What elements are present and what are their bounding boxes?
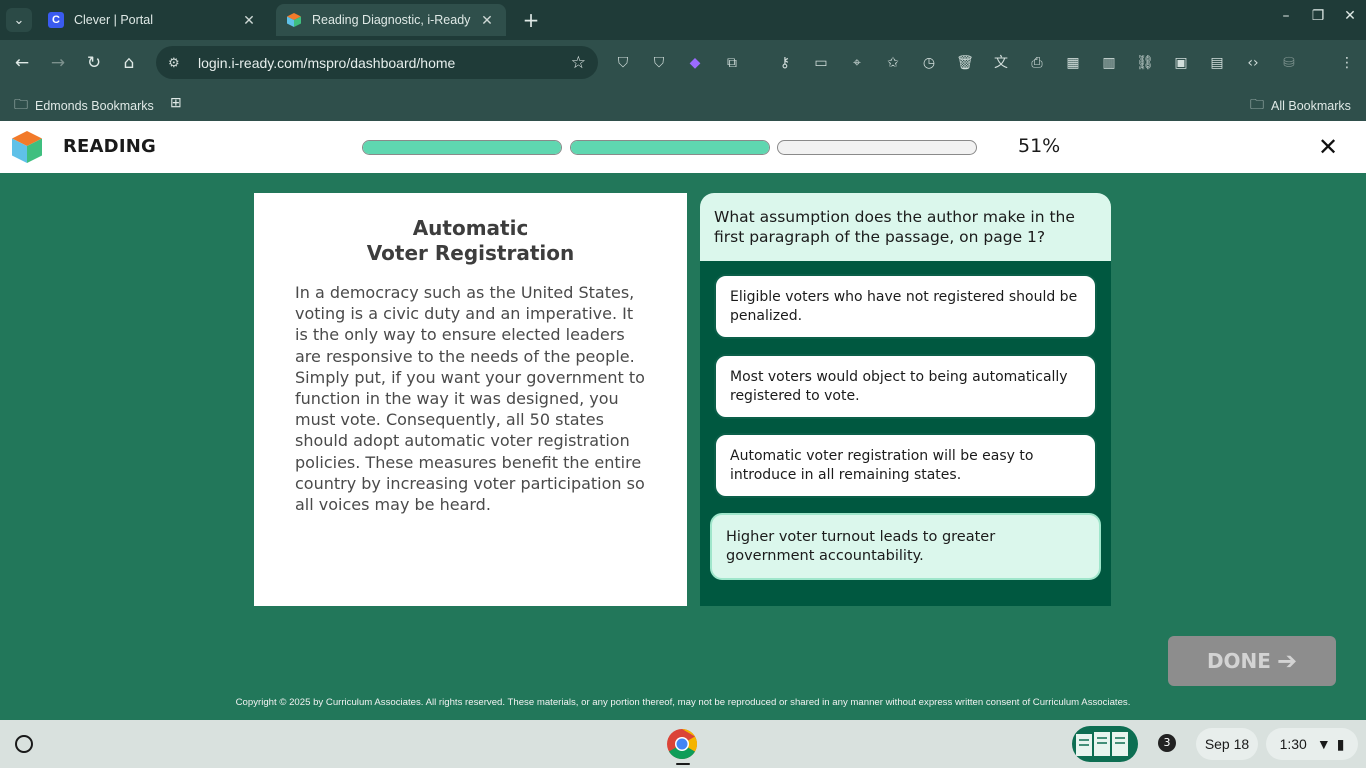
running-indicator	[676, 763, 690, 765]
close-tab-icon[interactable]: ✕	[478, 12, 496, 29]
iready-logo-icon	[12, 131, 42, 163]
question-panel: What assumption does the author make in …	[700, 193, 1111, 606]
history-icon[interactable]: ◷	[918, 52, 940, 74]
app-header: READING 51% ✕	[0, 121, 1366, 173]
clever-favicon-icon: C	[48, 12, 64, 28]
home-icon[interactable]: ⌂	[117, 51, 141, 75]
bookmark-label: All Bookmarks	[1271, 99, 1351, 113]
address-bar[interactable]: ⚙ login.i-ready.com/mspro/dashboard/home…	[156, 46, 598, 79]
cast-devices-icon[interactable]: ▣	[1170, 52, 1192, 74]
bookmark-label: Edmonds Bookmarks	[35, 99, 154, 113]
apps-grid-icon[interactable]: ⊞	[170, 94, 189, 111]
tab-title: Reading Diagnostic, i-Ready	[312, 13, 471, 27]
iready-favicon-icon	[286, 12, 302, 28]
answer-choice-a[interactable]: Eligible voters who have not registered …	[714, 274, 1097, 339]
reload-icon[interactable]: ↻	[82, 51, 106, 75]
print-icon[interactable]: ⎙	[1026, 52, 1048, 74]
site-info-icon[interactable]: ⚙	[168, 55, 188, 71]
status-tray[interactable]: 1:30 ▼ ▮	[1266, 728, 1358, 760]
battery-icon: ▮	[1336, 735, 1345, 752]
date-text: Sep 18	[1204, 736, 1250, 752]
tab-title: Clever | Portal	[74, 13, 153, 27]
done-label: DONE	[1206, 649, 1271, 673]
passage-body: In a democracy such as the United States…	[295, 283, 645, 515]
extensions-puzzle-icon[interactable]: ⧉	[721, 52, 743, 74]
back-arrow-icon[interactable]: ←	[10, 51, 34, 75]
bookmark-folder-edmonds[interactable]: 🗀 Edmonds Bookmarks	[14, 94, 154, 118]
window-preview-thumbnail-icon[interactable]	[1072, 726, 1138, 762]
answer-choice-b[interactable]: Most voters would object to being automa…	[714, 354, 1097, 419]
notification-count-badge[interactable]: 3	[1158, 734, 1176, 752]
tab-search-chevron-icon[interactable]: ⌄	[6, 8, 32, 32]
close-tab-icon[interactable]: ✕	[240, 12, 258, 29]
browser-toolbar: ← → ↻ ⌂ ⚙ login.i-ready.com/mspro/dashbo…	[0, 40, 1366, 85]
shield-extension-icon[interactable]: ⛉	[612, 52, 634, 74]
close-icon[interactable]: ✕	[1318, 133, 1338, 161]
answer-choice-d[interactable]: Higher voter turnout leads to greater go…	[710, 513, 1101, 580]
progress-segment-2	[570, 140, 770, 155]
incognito-icon[interactable]: ⛁	[1278, 52, 1300, 74]
password-key-icon[interactable]: ⚷	[774, 52, 796, 74]
passage-title-line1: Automatic	[412, 216, 529, 240]
shield-outline-extension-icon[interactable]: ⛉	[648, 52, 670, 74]
all-bookmarks-folder[interactable]: 🗀 All Bookmarks	[1250, 94, 1351, 118]
progress-segment-3	[777, 140, 977, 155]
chrome-browser-icon[interactable]	[666, 728, 698, 760]
arrow-right-icon: ➔	[1276, 647, 1298, 675]
bookmarks-bar: 🗀 Edmonds Bookmarks ⊞ 🗀 All Bookmarks	[0, 85, 1366, 121]
tab-iready[interactable]: Reading Diagnostic, i-Ready ✕	[276, 4, 506, 36]
bookmark-star-icon[interactable]: ☆	[571, 53, 586, 73]
developer-code-icon[interactable]: ‹›	[1242, 52, 1264, 74]
browser-tab-bar: ⌄ C Clever | Portal ✕ Reading Diagnostic…	[0, 0, 1366, 40]
restore-icon[interactable]: ❐	[1308, 8, 1328, 24]
tm-extension-icon[interactable]: ◆	[684, 52, 706, 74]
clock-text: 1:30	[1279, 736, 1307, 752]
close-window-icon[interactable]: ✕	[1340, 8, 1360, 24]
progress-segment-1	[362, 140, 562, 155]
reading-mode-icon[interactable]: ▥	[1098, 52, 1120, 74]
tab-clever[interactable]: C Clever | Portal ✕	[38, 4, 268, 36]
done-button[interactable]: DONE ➔	[1168, 636, 1336, 686]
tab-groups-icon[interactable]: ▤	[1206, 52, 1228, 74]
link-icon[interactable]: ⛓	[1134, 52, 1156, 74]
folder-icon: 🗀	[1250, 96, 1264, 112]
reading-passage-panel: Automatic Voter Registration In a democr…	[254, 193, 687, 606]
forward-arrow-icon[interactable]: →	[46, 51, 70, 75]
passage-title-line2: Voter Registration	[366, 241, 575, 265]
wifi-icon: ▼	[1316, 736, 1331, 752]
qr-code-icon[interactable]: ▦	[1062, 52, 1084, 74]
more-menu-icon[interactable]: ⋮	[1336, 52, 1358, 74]
translate-icon[interactable]: 文	[990, 52, 1012, 74]
bookmarks-star-icon[interactable]: ✩	[882, 52, 904, 74]
payment-card-icon[interactable]: ▭	[810, 52, 832, 74]
date-pill[interactable]: Sep 18	[1196, 728, 1258, 760]
folder-icon: 🗀	[14, 96, 28, 112]
subject-title: READING	[63, 136, 156, 157]
passage-title: Automatic Voter Registration	[254, 216, 687, 266]
question-prompt: What assumption does the author make in …	[700, 193, 1111, 261]
location-pin-icon[interactable]: ⌖	[846, 52, 868, 74]
launcher-circle-icon[interactable]	[15, 735, 33, 753]
answer-choice-c[interactable]: Automatic voter registration will be eas…	[714, 433, 1097, 498]
new-tab-plus-icon[interactable]: +	[520, 8, 542, 32]
progress-percent: 51%	[1018, 135, 1061, 157]
url-text: login.i-ready.com/mspro/dashboard/home	[198, 54, 456, 71]
minimize-icon[interactable]: –	[1276, 8, 1296, 24]
copyright-notice: Copyright © 2025 by Curriculum Associate…	[235, 697, 1131, 708]
delete-icon[interactable]: 🗑	[954, 52, 976, 74]
